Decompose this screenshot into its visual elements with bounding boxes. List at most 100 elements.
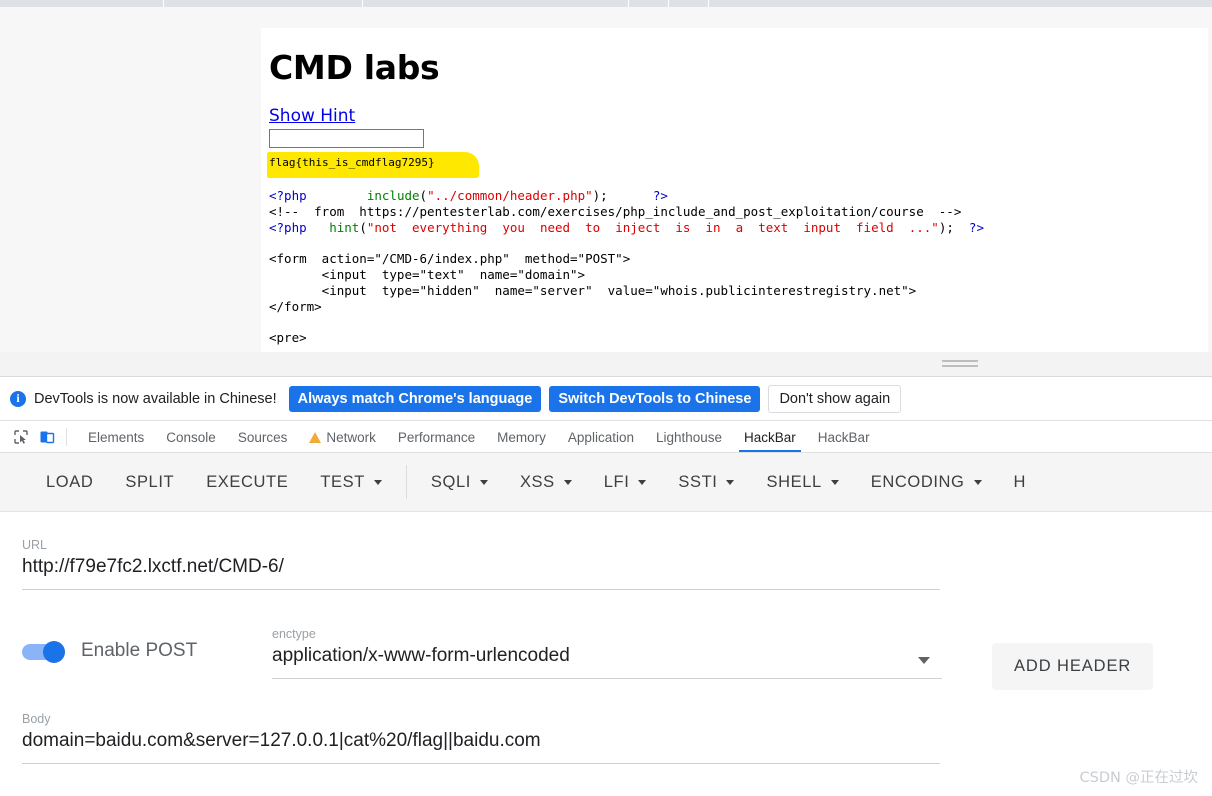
- enable-post-toggle[interactable]: [22, 641, 68, 663]
- page-title: CMD labs: [269, 48, 440, 87]
- body-field-group: Body domain=baidu.com&server=127.0.0.1|c…: [22, 712, 940, 764]
- enctype-select[interactable]: application/x-www-form-urlencoded: [272, 645, 942, 679]
- add-header-button[interactable]: ADD HEADER: [992, 643, 1154, 690]
- hackbar-button-label: LFI: [603, 472, 630, 491]
- hackbar-button-label: XSS: [519, 472, 555, 491]
- body-input[interactable]: domain=baidu.com&server=127.0.0.1|cat%20…: [22, 730, 940, 764]
- flag-highlight-row: flag{this_is_cmdflag7295}: [267, 152, 1208, 179]
- devtools-resizer[interactable]: [0, 352, 1212, 377]
- url-field-group: URL http://f79e7fc2.lxctf.net/CMD-6/: [22, 538, 940, 590]
- enctype-selected-value: application/x-www-form-urlencoded: [272, 645, 570, 666]
- devtools-tab-hackbar[interactable]: HackBar: [733, 422, 807, 452]
- hint-input[interactable]: [269, 129, 424, 149]
- hackbar-button-label: SPLIT: [125, 472, 175, 491]
- code-token: ?>: [968, 219, 984, 235]
- hackbar-load-button[interactable]: LOAD: [30, 462, 109, 502]
- switch-to-chinese-button[interactable]: Switch DevTools to Chinese: [549, 385, 761, 412]
- devtools-tab-elements[interactable]: Elements: [77, 422, 155, 452]
- hackbar-lfi-button[interactable]: LFI: [588, 462, 663, 502]
- devtools-tab-bar: Elements Console Sources Network Performance…: [0, 422, 1212, 453]
- code-token: ?>: [652, 188, 668, 204]
- devtools-tab-application[interactable]: Application: [557, 422, 645, 452]
- code-token: <?php: [269, 219, 307, 235]
- hackbar-xss-button[interactable]: XSS: [504, 462, 588, 502]
- devtools-tab-lighthouse[interactable]: Lighthouse: [645, 422, 733, 452]
- info-icon: i: [10, 390, 26, 407]
- enctype-field-group: enctype application/x-www-form-urlencode…: [272, 627, 942, 679]
- hackbar-button-label: SQLI: [430, 472, 471, 491]
- code-token: (: [419, 188, 428, 204]
- hackbar-ssti-button[interactable]: SSTI: [662, 462, 750, 502]
- toolbar-divider: [66, 428, 67, 446]
- code-token: <input type="hidden" name="server" value…: [269, 283, 917, 299]
- hackbar-button-label: LOAD: [46, 472, 94, 491]
- devtools-tab-memory[interactable]: Memory: [486, 422, 557, 452]
- hackbar-sqli-button[interactable]: SQLI: [415, 462, 504, 502]
- devtools-tab-console[interactable]: Console: [155, 422, 227, 452]
- chevron-down-icon: [373, 479, 382, 485]
- toolbar-divider: [405, 465, 407, 499]
- devtools-tab-label: Sources: [237, 429, 288, 445]
- code-line: <pre>: [269, 330, 1208, 346]
- tab-separator: [362, 0, 363, 7]
- always-match-language-button[interactable]: Always match Chrome's language: [288, 385, 542, 412]
- chevron-down-icon: [479, 479, 488, 485]
- show-hint-link[interactable]: Show Hint: [269, 106, 355, 126]
- dont-show-again-button[interactable]: Don't show again: [768, 384, 902, 413]
- hackbar-execute-button[interactable]: EXECUTE: [190, 462, 304, 502]
- code-token: hint: [329, 219, 360, 235]
- hackbar-shell-button[interactable]: SHELL: [750, 462, 854, 502]
- code-token: <form action="/CMD-6/index.php" method="…: [269, 251, 631, 267]
- warning-icon: [309, 431, 322, 443]
- hackbar-encoding-button[interactable]: ENCODING: [855, 462, 998, 502]
- code-line: <input type="hidden" name="server" value…: [269, 283, 1208, 299]
- code-token: (: [359, 219, 367, 235]
- hackbar-button-label: SHELL: [766, 472, 822, 491]
- code-line: <!-- from https://pentesterlab.com/exerc…: [269, 204, 1208, 220]
- code-token: "not everything you need to inject is in…: [366, 219, 939, 235]
- code-line: <?php include("../common/header.php"); ?…: [269, 188, 1208, 204]
- code-token: <pre>: [269, 330, 307, 346]
- chevron-down-icon: [563, 479, 572, 485]
- body-label: Body: [22, 712, 51, 726]
- enctype-label: enctype: [272, 627, 316, 641]
- hackbar-test-button[interactable]: TEST: [304, 462, 398, 502]
- page-source-code: <?php include("../common/header.php"); ?…: [269, 188, 1208, 346]
- enable-post-label: Enable POST: [81, 640, 198, 661]
- code-token: );: [938, 219, 969, 235]
- devtools-language-banner: i DevTools is now available in Chinese! …: [0, 377, 1212, 421]
- hackbar-h-button[interactable]: H: [998, 462, 1043, 502]
- devtools-tab-hackbar[interactable]: HackBar: [807, 422, 881, 452]
- tab-separator: [708, 0, 709, 7]
- hackbar-button-label: SSTI: [678, 472, 718, 491]
- code-line: <input type="text" name="domain">: [269, 267, 1208, 283]
- flag-text: flag{this_is_cmdflag7295}: [269, 156, 435, 170]
- inspect-element-icon[interactable]: [8, 424, 34, 450]
- code-token: <!-- from https://pentesterlab.com/exerc…: [269, 204, 962, 220]
- hackbar-button-label: H: [1013, 472, 1027, 491]
- code-line: </form>: [269, 299, 1208, 315]
- devtools-tab-label: Memory: [497, 429, 546, 445]
- tab-separator: [163, 0, 164, 7]
- chevron-down-icon: [638, 479, 647, 485]
- hackbar-button-label: EXECUTE: [206, 472, 289, 491]
- devtools-tab-performance[interactable]: Performance: [387, 422, 486, 452]
- rendered-page: CMD labs Show Hint flag{this_is_cmdflag7…: [261, 28, 1208, 352]
- toggle-knob: [43, 641, 65, 663]
- hackbar-button-label: TEST: [320, 472, 365, 491]
- devtools-tab-label: Lighthouse: [655, 429, 723, 445]
- url-input[interactable]: http://f79e7fc2.lxctf.net/CMD-6/: [22, 556, 940, 590]
- devtools-tab-network[interactable]: Network: [298, 422, 387, 452]
- hackbar-split-button[interactable]: SPLIT: [109, 462, 190, 502]
- devtools-tab-sources[interactable]: Sources: [227, 422, 299, 452]
- device-toolbar-icon[interactable]: [34, 424, 60, 450]
- devtools-tab-label: Console: [166, 429, 216, 445]
- code-token: </form>: [269, 298, 322, 314]
- csdn-watermark: CSDN @正在过坎: [1079, 770, 1198, 786]
- code-token: );: [592, 188, 608, 204]
- hackbar-button-label: ENCODING: [870, 472, 965, 491]
- devtools-tab-label: HackBar: [817, 429, 870, 445]
